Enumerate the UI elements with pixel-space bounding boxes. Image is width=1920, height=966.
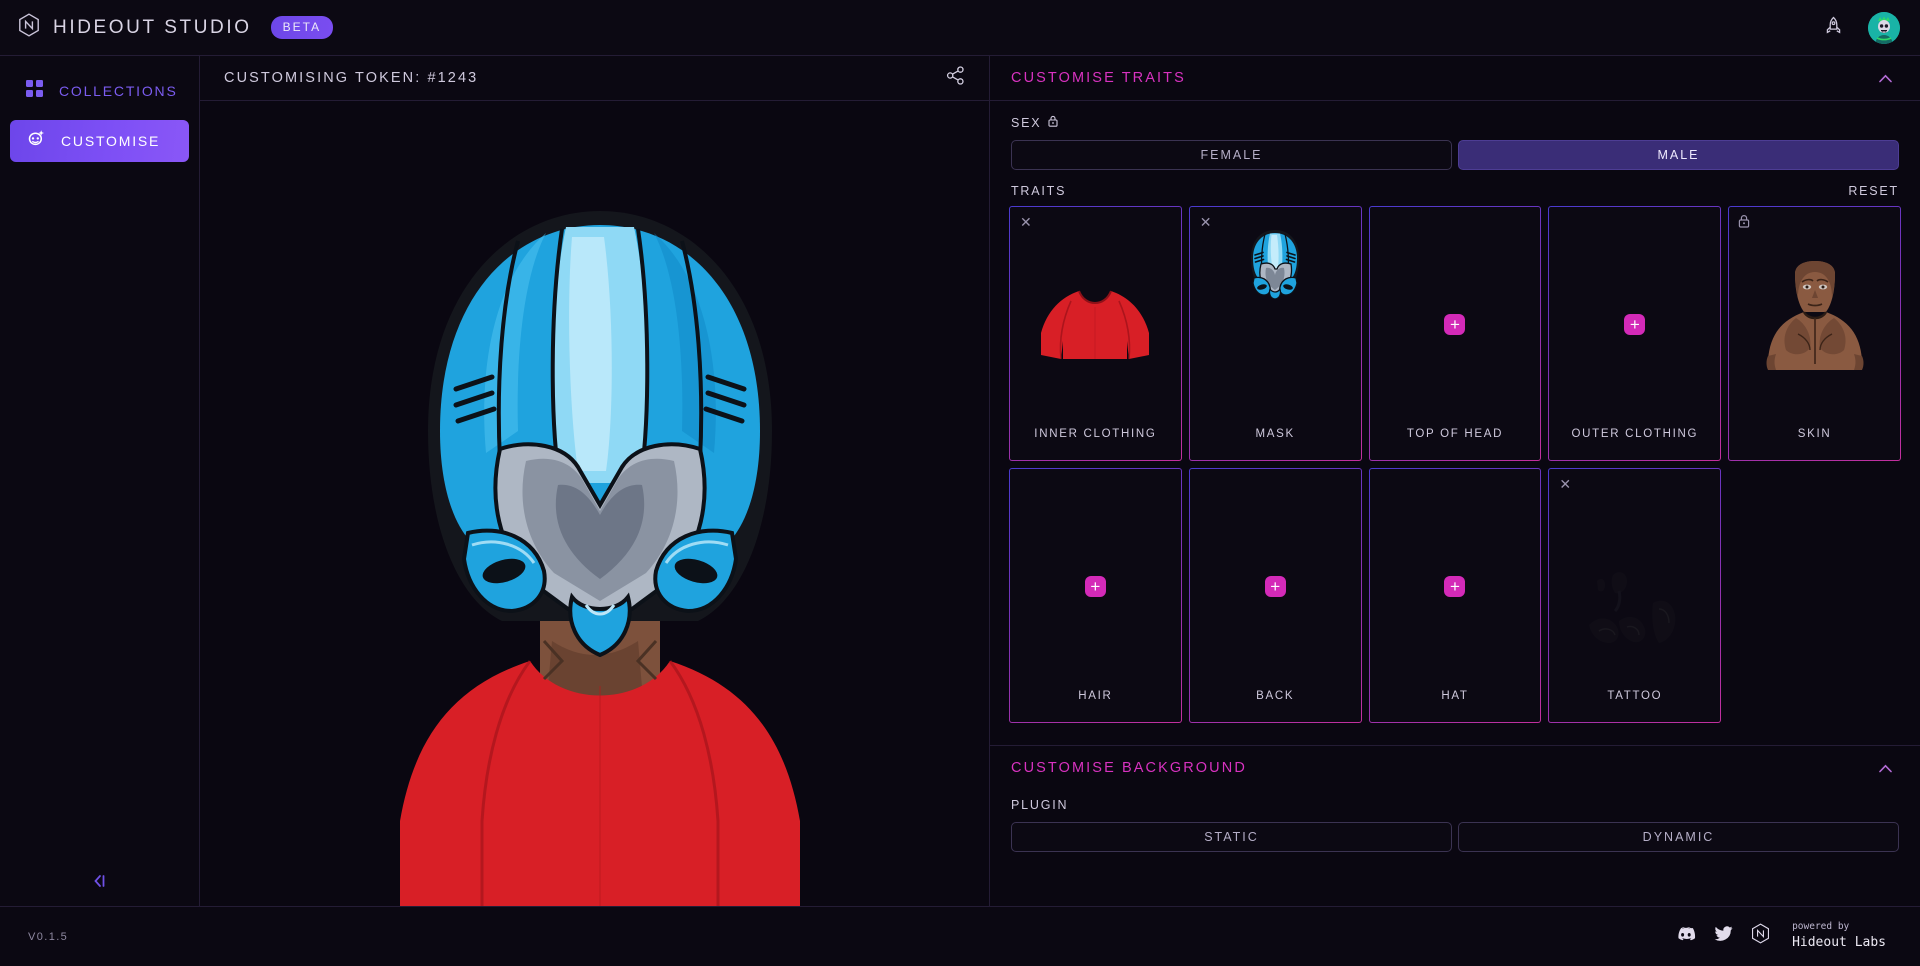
sex-option-female[interactable]: FEMALE: [1011, 140, 1452, 170]
trait-card-back[interactable]: + BACK: [1189, 468, 1362, 723]
trait-art-empty: +: [1370, 207, 1541, 428]
sex-label: SEX: [1011, 116, 1041, 130]
sidebar-item-customise-label: CUSTOMISE: [61, 133, 160, 149]
trait-art-dark-tattoo: [1549, 469, 1720, 690]
add-trait-button[interactable]: +: [1265, 576, 1286, 597]
powered-by-big: Hideout Labs: [1792, 934, 1886, 952]
trait-label: HAIR: [1010, 690, 1181, 722]
trait-card-mask[interactable]: ✕: [1189, 206, 1362, 461]
sidebar-item-collections[interactable]: COLLECTIONS: [10, 70, 189, 112]
page-title: CUSTOMISING TOKEN: #1243: [224, 70, 478, 86]
sex-option-male[interactable]: MALE: [1458, 140, 1899, 170]
trait-art-blue-helmet: [1190, 207, 1361, 428]
sidebar: COLLECTIONS CUSTOMISE: [0, 56, 200, 906]
footer: V0.1.5 powered by Hideout Labs: [0, 906, 1920, 966]
chevron-up-icon[interactable]: [1879, 71, 1892, 86]
trait-label: BACK: [1190, 690, 1361, 722]
add-trait-button[interactable]: +: [1444, 314, 1465, 335]
close-icon[interactable]: ✕: [1020, 215, 1032, 229]
preview-panel: CUSTOMISING TOKEN: #1243: [200, 56, 990, 906]
share-icon[interactable]: [946, 66, 965, 90]
trait-card-hair[interactable]: + HAIR: [1009, 468, 1182, 723]
trait-label: TOP OF HEAD: [1370, 428, 1541, 460]
sex-label-row: SEX: [1011, 115, 1899, 130]
trait-card-tattoo[interactable]: ✕ TATTOO: [1548, 468, 1721, 723]
character-preview[interactable]: [200, 101, 989, 906]
plugin-label: PLUGIN: [1011, 798, 1899, 812]
customise-traits-title: CUSTOMISE TRAITS: [1011, 70, 1186, 86]
trait-label: TATTOO: [1549, 690, 1720, 722]
right-panel: CUSTOMISE TRAITS SEX FEMALE MALE TRAITS …: [990, 56, 1920, 906]
traits-grid: ✕ INNER CLOTHING ✕: [990, 206, 1920, 723]
top-bar: HIDEOUT STUDIO BETA: [0, 0, 1920, 56]
trait-label: HAT: [1370, 690, 1541, 722]
sex-block: SEX FEMALE MALE: [990, 101, 1920, 170]
top-bar-actions: [1825, 12, 1900, 44]
trait-label: SKIN: [1729, 428, 1900, 460]
traits-label: TRAITS: [1011, 184, 1066, 198]
plugin-toggle-group: STATIC DYNAMIC: [1011, 822, 1899, 852]
trait-card-top-of-head[interactable]: + TOP OF HEAD: [1369, 206, 1542, 461]
sex-toggle-group: FEMALE MALE: [1011, 140, 1899, 170]
character-artwork: [200, 101, 989, 906]
sidebar-item-collections-label: COLLECTIONS: [59, 83, 178, 99]
brand[interactable]: HIDEOUT STUDIO BETA: [18, 13, 333, 42]
trait-label: MASK: [1190, 428, 1361, 460]
add-trait-button[interactable]: +: [1085, 576, 1106, 597]
powered-by-small: powered by: [1792, 921, 1886, 934]
brand-title: HIDEOUT STUDIO: [53, 17, 252, 39]
trait-art-red-tshirt: [1010, 207, 1181, 428]
discord-icon[interactable]: [1676, 926, 1696, 947]
customise-background-title: CUSTOMISE BACKGROUND: [1011, 760, 1247, 776]
close-icon[interactable]: ✕: [1200, 215, 1212, 229]
sidebar-item-customise[interactable]: CUSTOMISE: [10, 120, 189, 162]
plugin-option-dynamic[interactable]: DYNAMIC: [1458, 822, 1899, 852]
customise-traits-header: CUSTOMISE TRAITS: [990, 56, 1920, 101]
hideout-hex-icon: [18, 13, 40, 42]
trait-label: INNER CLOTHING: [1010, 428, 1181, 460]
sidebar-collapse-button[interactable]: [0, 873, 199, 894]
trait-art-empty: +: [1370, 469, 1541, 690]
add-trait-button[interactable]: +: [1444, 576, 1465, 597]
lock-icon: [1048, 115, 1058, 130]
twitter-icon[interactable]: [1714, 926, 1733, 947]
trait-card-inner-clothing[interactable]: ✕ INNER CLOTHING: [1009, 206, 1182, 461]
trait-art-empty: +: [1549, 207, 1720, 428]
rocket-icon[interactable]: [1825, 16, 1842, 40]
beta-badge: BETA: [271, 16, 333, 39]
grid-icon: [26, 80, 43, 102]
trait-label: OUTER CLOTHING: [1549, 428, 1720, 460]
avatar[interactable]: [1868, 12, 1900, 44]
hideout-hex-icon[interactable]: [1751, 923, 1770, 949]
trait-card-skin[interactable]: SKIN: [1728, 206, 1901, 461]
add-trait-button[interactable]: +: [1624, 314, 1645, 335]
close-icon[interactable]: ✕: [1559, 477, 1571, 491]
trait-card-hat[interactable]: + HAT: [1369, 468, 1542, 723]
plugin-option-static[interactable]: STATIC: [1011, 822, 1452, 852]
magic-face-icon: [26, 129, 45, 153]
trait-card-outer-clothing[interactable]: + OUTER CLOTHING: [1548, 206, 1721, 461]
trait-art-character-torso: [1729, 207, 1900, 428]
powered-by: powered by Hideout Labs: [1792, 921, 1886, 951]
customise-background-header: CUSTOMISE BACKGROUND: [990, 745, 1920, 790]
footer-links: powered by Hideout Labs: [1676, 921, 1886, 951]
lock-icon: [1738, 214, 1750, 230]
background-plugin-block: PLUGIN STATIC DYNAMIC: [990, 790, 1920, 852]
chevron-up-icon[interactable]: [1879, 761, 1892, 776]
reset-button[interactable]: RESET: [1848, 184, 1899, 198]
preview-header: CUSTOMISING TOKEN: #1243: [200, 56, 989, 101]
traits-bar: TRAITS RESET: [990, 170, 1920, 206]
version-label: V0.1.5: [28, 931, 68, 943]
trait-art-empty: +: [1010, 469, 1181, 690]
trait-art-empty: +: [1190, 469, 1361, 690]
